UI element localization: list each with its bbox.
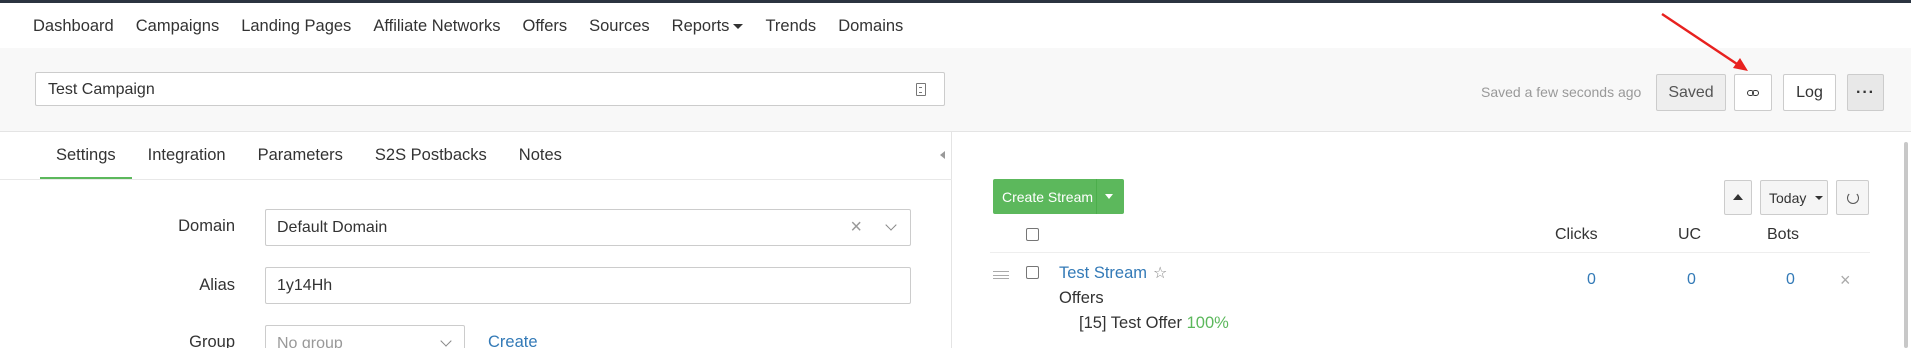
offer-name: [15] Test Offer <box>1079 314 1183 332</box>
drag-handle-icon[interactable] <box>993 271 1009 279</box>
period-label: Today <box>1769 190 1807 206</box>
column-uc[interactable]: UC <box>1678 226 1701 244</box>
triangle-up-icon <box>1733 194 1743 200</box>
tabs-divider <box>0 179 952 180</box>
select-all-checkbox[interactable] <box>1026 228 1039 241</box>
group-placeholder: No group <box>277 335 343 348</box>
period-dropdown[interactable]: Today <box>1760 180 1828 215</box>
top-navbar: Dashboard Campaigns Landing Pages Affili… <box>0 0 1911 51</box>
clipboard-icon[interactable] <box>916 83 926 96</box>
tab-s2s-postbacks[interactable]: S2S Postbacks <box>359 132 503 179</box>
stream-checkbox[interactable] <box>1026 266 1039 279</box>
link-icon <box>1747 89 1759 96</box>
caret-down-icon <box>1815 196 1823 200</box>
nav-affiliate-networks[interactable]: Affiliate Networks <box>362 6 511 51</box>
chevron-down-icon <box>885 219 897 231</box>
header-divider <box>990 252 1870 253</box>
settings-tabs: Settings Integration Parameters S2S Post… <box>40 132 578 179</box>
nav-reports[interactable]: Reports <box>661 6 755 51</box>
create-stream-label: Create Stream <box>1002 189 1094 205</box>
alias-value: 1y14Hh <box>277 277 333 294</box>
domain-value: Default Domain <box>277 219 388 236</box>
copy-link-button[interactable] <box>1734 74 1772 111</box>
offer-entry: [15] Test Offer 100% <box>1079 314 1229 333</box>
stream-bots[interactable]: 0 <box>1786 271 1795 289</box>
stream-clicks[interactable]: 0 <box>1587 271 1596 289</box>
stream-uc[interactable]: 0 <box>1687 271 1696 289</box>
collapse-panel-icon[interactable] <box>940 151 945 159</box>
nav-reports-label: Reports <box>671 17 730 35</box>
nav-campaigns[interactable]: Campaigns <box>124 6 231 51</box>
saved-status: Saved a few seconds ago <box>1481 84 1642 100</box>
nav-offers[interactable]: Offers <box>511 6 578 51</box>
saved-button[interactable]: Saved <box>1656 74 1726 111</box>
domain-select[interactable]: Default Domain × <box>265 209 911 246</box>
clear-icon[interactable]: × <box>850 217 862 237</box>
campaign-name-input[interactable]: Test Campaign <box>35 72 945 106</box>
offer-share: 100% <box>1186 314 1229 332</box>
more-options-button[interactable]: ··· <box>1847 74 1884 111</box>
tab-notes[interactable]: Notes <box>503 132 578 179</box>
create-group-link[interactable]: Create <box>488 333 538 348</box>
star-icon[interactable]: ☆ <box>1153 263 1167 283</box>
create-stream-button[interactable]: Create Stream <box>993 179 1124 214</box>
refresh-icon <box>1847 192 1859 204</box>
chevron-down-icon <box>440 335 452 347</box>
alias-input[interactable]: 1y14Hh <box>265 267 911 304</box>
offers-label: Offers <box>1059 289 1104 307</box>
tab-parameters[interactable]: Parameters <box>242 132 359 179</box>
nav-trends[interactable]: Trends <box>754 6 827 51</box>
log-button[interactable]: Log <box>1783 74 1836 111</box>
alias-label: Alias <box>199 276 235 294</box>
group-select[interactable]: No group <box>265 325 465 348</box>
tab-settings[interactable]: Settings <box>40 132 132 179</box>
nav-landing-pages[interactable]: Landing Pages <box>230 6 362 51</box>
caret-down-icon <box>733 24 744 30</box>
annotation-arrow <box>1661 12 1748 71</box>
scrollbar[interactable] <box>1904 142 1908 348</box>
caret-down-icon[interactable] <box>1105 194 1113 199</box>
group-label: Group <box>189 333 235 348</box>
main-nav: Dashboard Campaigns Landing Pages Affili… <box>22 6 914 51</box>
column-clicks[interactable]: Clicks <box>1555 226 1598 244</box>
nav-domains[interactable]: Domains <box>827 6 914 51</box>
nav-dashboard[interactable]: Dashboard <box>22 6 125 51</box>
refresh-button[interactable] <box>1836 180 1869 215</box>
column-bots[interactable]: Bots <box>1767 226 1799 244</box>
domain-label: Domain <box>178 217 235 235</box>
stream-name-link[interactable]: Test Stream <box>1059 264 1147 283</box>
move-up-button[interactable] <box>1724 180 1752 215</box>
split-divider <box>1096 179 1097 214</box>
campaign-name-value: Test Campaign <box>48 81 155 98</box>
nav-sources[interactable]: Sources <box>578 6 661 51</box>
tab-integration[interactable]: Integration <box>132 132 242 179</box>
delete-stream-icon[interactable]: × <box>1840 271 1851 289</box>
